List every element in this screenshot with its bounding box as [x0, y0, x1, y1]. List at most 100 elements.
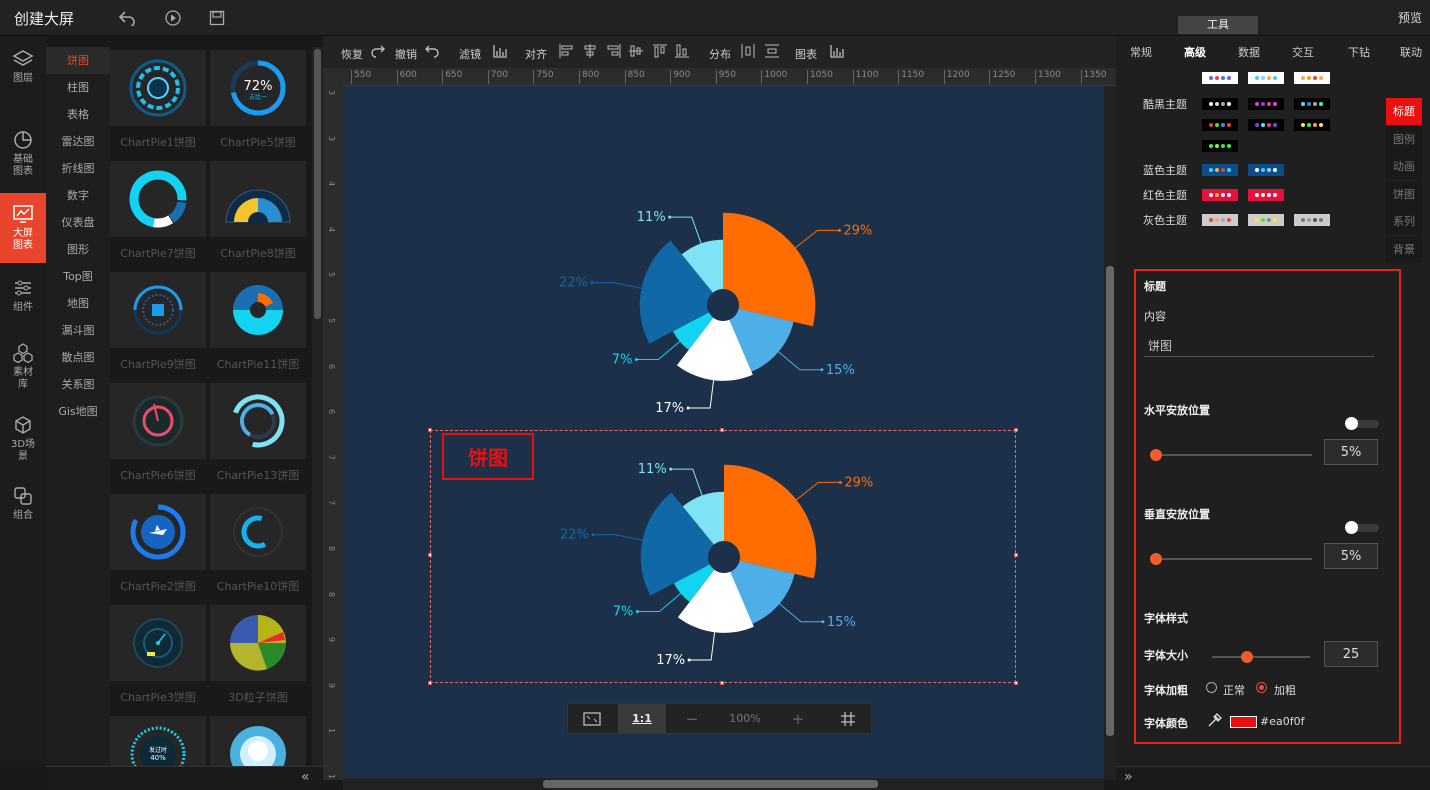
weight-bold-label[interactable]: 加粗	[1274, 682, 1296, 698]
align-right-icon[interactable]	[607, 44, 621, 58]
category-item[interactable]: 关系图	[46, 371, 110, 398]
chart-card[interactable]: ChartPie7饼图	[110, 161, 206, 269]
category-item[interactable]: 数字	[46, 182, 110, 209]
v-pos-input[interactable]: 5%	[1324, 543, 1378, 569]
weight-bold-radio[interactable]	[1256, 682, 1267, 693]
chart-card[interactable]: ChartPie9饼图	[110, 272, 206, 380]
right-tab-2[interactable]: 数据	[1238, 44, 1260, 62]
theme-swatch[interactable]	[1202, 98, 1238, 110]
resize-handle-l[interactable]	[428, 553, 432, 557]
tool-tab[interactable]: 工具	[1178, 16, 1258, 34]
theme-swatch[interactable]	[1248, 164, 1284, 176]
h-pos-slider[interactable]	[1150, 449, 1312, 461]
right-tab-1[interactable]: 高级	[1184, 44, 1206, 62]
category-item[interactable]: 雷达图	[46, 128, 110, 155]
category-item[interactable]: 漏斗图	[46, 317, 110, 344]
chart-button[interactable]: 图表	[795, 46, 817, 62]
zoom-in-button[interactable]: +	[774, 704, 822, 733]
font-size-slider[interactable]	[1212, 651, 1310, 663]
resize-handle-bl[interactable]	[428, 681, 432, 685]
eyedropper-icon[interactable]	[1206, 713, 1222, 729]
distribute-v-icon[interactable]	[765, 44, 779, 58]
save-icon[interactable]	[208, 9, 226, 27]
nav-item-2[interactable]: 大屏图表	[0, 193, 46, 263]
vertical-tab-5[interactable]: 背景	[1386, 235, 1422, 263]
theme-swatch[interactable]	[1294, 72, 1330, 84]
chart-card[interactable]: ChartPie1饼图	[110, 50, 206, 158]
resize-handle-br[interactable]	[1014, 681, 1018, 685]
align-bottom-icon[interactable]	[675, 44, 689, 58]
theme-swatch[interactable]	[1248, 98, 1284, 110]
chart-icon[interactable]	[830, 44, 845, 58]
nav-item-1[interactable]: 基础图表	[0, 116, 46, 192]
category-item[interactable]: 散点图	[46, 344, 110, 371]
undo-button[interactable]: 撤销	[395, 46, 417, 62]
category-item[interactable]: Gis地图	[46, 398, 110, 425]
play-icon[interactable]	[164, 9, 182, 27]
category-item[interactable]: Top图	[46, 263, 110, 290]
theme-swatch[interactable]	[1248, 72, 1284, 84]
right-tab-5[interactable]: 联动	[1400, 44, 1422, 62]
redo-button[interactable]: 恢复	[341, 46, 363, 62]
nav-item-0[interactable]: 图层	[0, 36, 46, 98]
theme-swatch[interactable]	[1202, 214, 1238, 226]
distribute-button[interactable]: 分布	[709, 46, 731, 62]
chart-card[interactable]	[210, 716, 306, 767]
resize-handle-tl[interactable]	[428, 428, 432, 432]
category-item[interactable]: 饼图	[46, 47, 110, 74]
category-item[interactable]: 地图	[46, 290, 110, 317]
vertical-tab-1[interactable]: 图例	[1386, 125, 1422, 153]
resize-handle-r[interactable]	[1014, 553, 1018, 557]
zoom-out-button[interactable]: −	[668, 704, 716, 733]
theme-swatch[interactable]	[1202, 119, 1238, 131]
theme-swatch[interactable]	[1248, 119, 1284, 131]
content-input[interactable]: 饼图	[1144, 337, 1374, 357]
canvas-scrollbar-h[interactable]	[343, 778, 1104, 790]
cards-scrollbar[interactable]	[312, 47, 323, 767]
theme-swatch[interactable]	[1202, 164, 1238, 176]
h-pos-toggle[interactable]	[1345, 417, 1379, 430]
align-center-h-icon[interactable]	[583, 44, 597, 58]
category-item[interactable]: 仪表盘	[46, 209, 110, 236]
undo-icon[interactable]	[425, 44, 439, 58]
nav-item-6[interactable]: 组合	[0, 474, 46, 534]
resize-handle-t[interactable]	[720, 428, 724, 432]
nav-item-3[interactable]: 组件	[0, 266, 46, 326]
fit-screen-icon[interactable]	[568, 704, 616, 733]
chart-card[interactable]: ChartPie6饼图	[110, 383, 206, 491]
filter-button[interactable]: 滤镜	[459, 46, 481, 62]
chart-card[interactable]: ChartPie2饼图	[110, 494, 206, 602]
canvas-scrollbar-v[interactable]	[1104, 86, 1116, 780]
collapse-left-icon[interactable]: «	[301, 769, 310, 785]
theme-swatch[interactable]	[1248, 189, 1284, 201]
align-top-icon[interactable]	[653, 44, 667, 58]
theme-swatch[interactable]	[1202, 140, 1238, 152]
theme-swatch[interactable]	[1248, 214, 1284, 226]
ratio-1to1-button[interactable]: 1:1	[618, 704, 666, 733]
h-pos-input[interactable]: 5%	[1324, 439, 1378, 465]
weight-normal-label[interactable]: 正常	[1223, 682, 1245, 698]
chart-card[interactable]: 3D粒子饼图	[210, 605, 306, 713]
collapse-right-icon[interactable]: »	[1124, 769, 1133, 785]
chart-card[interactable]: ChartPie3饼图	[110, 605, 206, 713]
align-left-icon[interactable]	[559, 44, 573, 58]
align-middle-icon[interactable]	[629, 44, 643, 58]
redo-icon[interactable]	[371, 44, 385, 58]
category-item[interactable]: 折线图	[46, 155, 110, 182]
font-size-input[interactable]: 25	[1324, 641, 1378, 667]
chart-card[interactable]: ChartPie11饼图	[210, 272, 306, 380]
theme-swatch[interactable]	[1202, 189, 1238, 201]
pie-chart-title[interactable]: 饼图	[442, 433, 534, 480]
category-item[interactable]: 表格	[46, 101, 110, 128]
align-button[interactable]: 对齐	[525, 46, 547, 62]
vertical-tab-2[interactable]: 动画	[1386, 153, 1422, 180]
right-tab-0[interactable]: 常规	[1130, 44, 1152, 62]
distribute-h-icon[interactable]	[741, 44, 755, 58]
resize-handle-tr[interactable]	[1014, 428, 1018, 432]
vertical-tab-0[interactable]: 标题	[1386, 98, 1422, 125]
category-item[interactable]: 图形	[46, 236, 110, 263]
vertical-tab-3[interactable]: 饼图	[1386, 180, 1422, 208]
v-pos-slider[interactable]	[1150, 553, 1312, 565]
chart-card[interactable]: 72% 占比一 ChartPie5饼图	[210, 50, 306, 158]
chart-card[interactable]: ChartPie13饼图	[210, 383, 306, 491]
